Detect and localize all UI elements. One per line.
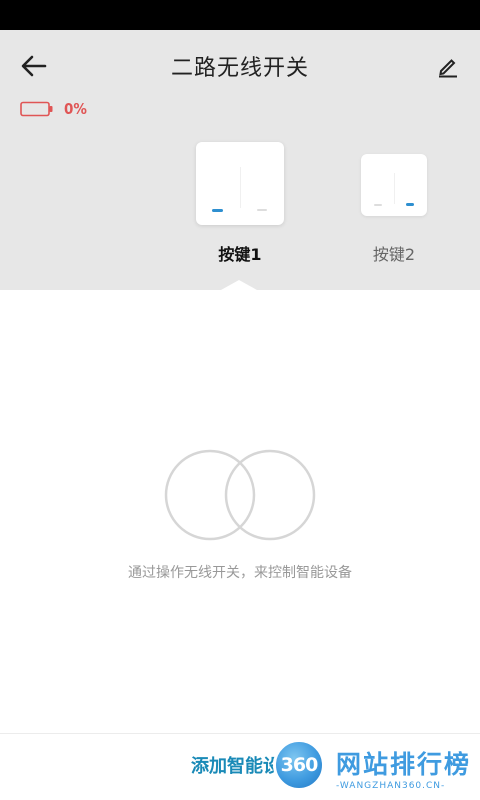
empty-state-message: 通过操作无线开关，来控制智能设备 (128, 565, 352, 581)
key-2-card[interactable] (361, 154, 427, 216)
card-divider (240, 166, 241, 209)
watermark-logo: 360 (273, 739, 325, 791)
led-indicator (374, 204, 382, 206)
watermark-title: 网站排行榜 (336, 750, 472, 779)
battery-indicator: 0% (20, 100, 87, 118)
tab-key-1[interactable]: 按键1 (196, 241, 284, 265)
card-divider (394, 172, 395, 204)
battery-level: 0% (64, 100, 87, 118)
led-indicator-active (212, 209, 223, 212)
watermark: 360 网站排行榜 -WANGZHAN360.CN- (268, 735, 480, 800)
status-bar (0, 0, 480, 30)
device-header: 二路无线开关 0% 按键1 按键2 (0, 30, 480, 290)
edit-button[interactable] (428, 48, 468, 84)
page-title: 二路无线开关 (170, 56, 309, 81)
pencil-icon (439, 59, 457, 78)
linked-circles-icon (164, 449, 316, 541)
led-indicator-active (406, 203, 414, 206)
selected-tab-pointer (221, 280, 257, 290)
tab-key-2[interactable]: 按键2 (355, 241, 433, 265)
watermark-subtitle: -WANGZHAN360.CN- (336, 781, 446, 791)
led-indicator (257, 209, 267, 211)
battery-icon (20, 101, 53, 117)
key-1-card[interactable] (196, 142, 284, 225)
